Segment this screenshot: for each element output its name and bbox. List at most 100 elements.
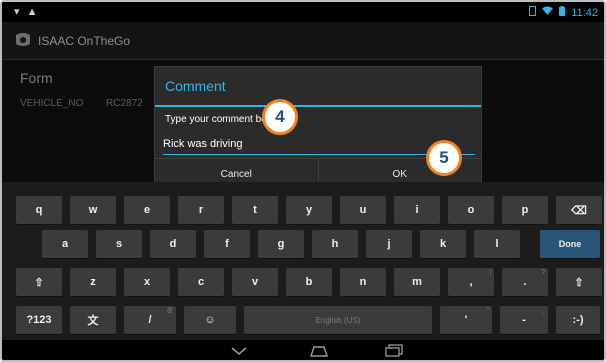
key-t[interactable]: t bbox=[232, 196, 278, 224]
key-x-label: x bbox=[143, 276, 151, 288]
comma-key[interactable]: ,! bbox=[448, 268, 494, 296]
key-o[interactable]: o bbox=[448, 196, 494, 224]
shift-left-key-label: ⇧ bbox=[34, 276, 44, 289]
key-z-label: z bbox=[90, 276, 96, 288]
space-key[interactable]: English (US) bbox=[244, 306, 432, 334]
symbols-key-label: ?123 bbox=[26, 314, 52, 326]
dialog-title-divider bbox=[155, 105, 481, 107]
key-m[interactable]: m bbox=[394, 268, 440, 296]
dialog-title: Comment bbox=[165, 78, 226, 94]
wifi-icon bbox=[542, 6, 554, 19]
key-u[interactable]: u bbox=[340, 196, 386, 224]
language-key[interactable]: 文 bbox=[70, 306, 116, 334]
key-r[interactable]: r bbox=[178, 196, 224, 224]
key-y-label: y bbox=[305, 204, 313, 216]
slash-key[interactable]: / @ bbox=[124, 306, 176, 334]
key-c-label: c bbox=[197, 276, 205, 288]
dash-key[interactable]: - _ bbox=[500, 306, 548, 334]
key-e[interactable]: e bbox=[124, 196, 170, 224]
app-title: ISAAC OnTheGo bbox=[38, 34, 131, 48]
key-p-label: p bbox=[521, 204, 529, 216]
key-k[interactable]: k bbox=[420, 230, 466, 258]
space-key-label: English (US) bbox=[315, 315, 361, 325]
key-z[interactable]: z bbox=[70, 268, 116, 296]
key-n-label: n bbox=[359, 276, 367, 288]
shift-right-key[interactable]: ⇧ bbox=[556, 268, 602, 296]
key-w[interactable]: w bbox=[70, 196, 116, 224]
dash-key-alt-label: _ bbox=[541, 308, 545, 314]
key-v[interactable]: v bbox=[232, 268, 278, 296]
key-n[interactable]: n bbox=[340, 268, 386, 296]
tablet-screen: ▾ ▲ 11:42 ISAAC OnTheGo Form VEHICLE_NO … bbox=[0, 0, 606, 362]
shift-left-key[interactable]: ⇧ bbox=[16, 268, 62, 296]
key-q-label: q bbox=[35, 204, 43, 216]
key-p[interactable]: p bbox=[502, 196, 548, 224]
language-key-label: 文 bbox=[87, 315, 99, 327]
key-d-label: d bbox=[169, 238, 177, 250]
clock: 11:42 bbox=[571, 6, 598, 19]
key-a[interactable]: a bbox=[42, 230, 88, 258]
key-s[interactable]: s bbox=[96, 230, 142, 258]
emoji-key-label: ☺ bbox=[204, 314, 216, 326]
key-x[interactable]: x bbox=[124, 268, 170, 296]
backspace-key[interactable]: ⌫ bbox=[556, 196, 602, 224]
period-key-alt-label: ? bbox=[541, 270, 545, 276]
comma-key-label: , bbox=[469, 276, 473, 288]
vehicle-no-value: RC2872 bbox=[106, 98, 143, 109]
period-key[interactable]: .? bbox=[502, 268, 548, 296]
app-logo-icon bbox=[14, 32, 32, 48]
key-g[interactable]: g bbox=[258, 230, 304, 258]
key-u-label: u bbox=[359, 204, 367, 216]
status-bar: ▾ ▲ 11:42 bbox=[2, 2, 604, 22]
key-s-label: s bbox=[115, 238, 123, 250]
recent-apps-icon[interactable] bbox=[384, 344, 404, 360]
action-bar: ISAAC OnTheGo bbox=[2, 22, 604, 60]
form-title: Form bbox=[20, 70, 53, 86]
shift-right-key-label: ⇧ bbox=[574, 276, 584, 289]
navigation-bar bbox=[2, 340, 604, 360]
key-r-label: r bbox=[198, 204, 204, 216]
vehicle-no-label: VEHICLE_NO bbox=[20, 98, 84, 109]
key-g-label: g bbox=[277, 238, 285, 250]
key-c[interactable]: c bbox=[178, 268, 224, 296]
key-l-label: l bbox=[495, 238, 499, 250]
home-icon[interactable] bbox=[308, 344, 330, 360]
apostrophe-key[interactable]: ' " bbox=[440, 306, 492, 334]
emoji-key[interactable]: ☺ bbox=[184, 306, 236, 334]
smiley-key[interactable]: :-) bbox=[556, 306, 600, 334]
app-background: ISAAC OnTheGo Form VEHICLE_NO RC2872 Com… bbox=[2, 22, 604, 190]
slash-key-label: / bbox=[148, 314, 152, 326]
key-i[interactable]: i bbox=[394, 196, 440, 224]
key-m-label: m bbox=[412, 276, 422, 288]
key-q[interactable]: q bbox=[16, 196, 62, 224]
smiley-key-label: :-) bbox=[572, 314, 584, 326]
done-key-label: Done bbox=[558, 239, 582, 249]
key-b-label: b bbox=[305, 276, 313, 288]
symbols-key[interactable]: ?123 bbox=[16, 306, 62, 334]
dash-key-label: - bbox=[522, 314, 526, 326]
apostrophe-key-label: ' bbox=[464, 314, 468, 326]
done-key[interactable]: Done bbox=[540, 230, 600, 258]
key-h[interactable]: h bbox=[312, 230, 358, 258]
key-o-label: o bbox=[467, 204, 475, 216]
comma-key-alt-label: ! bbox=[489, 270, 491, 276]
key-i-label: i bbox=[415, 204, 419, 216]
key-e-label: e bbox=[143, 204, 151, 216]
back-chevron-icon[interactable] bbox=[230, 344, 248, 360]
key-b[interactable]: b bbox=[286, 268, 332, 296]
key-y[interactable]: y bbox=[286, 196, 332, 224]
key-f-label: f bbox=[225, 238, 229, 250]
key-j[interactable]: j bbox=[366, 230, 412, 258]
slash-key-alt-label: @ bbox=[166, 308, 173, 314]
key-l[interactable]: l bbox=[474, 230, 520, 258]
sim-icon bbox=[529, 6, 537, 19]
soft-keyboard: q w e r t y u i o p ⌫ a s d f g h j k l Done ⇧ z x c v b n m,!.? ⇧ ?12… bbox=[2, 182, 604, 340]
key-f[interactable]: f bbox=[204, 230, 250, 258]
apostrophe-key-alt-label: " bbox=[486, 308, 489, 314]
key-a-label: a bbox=[61, 238, 69, 250]
key-v-label: v bbox=[251, 276, 259, 288]
notification-icons: ▾ ▲ bbox=[14, 6, 40, 18]
key-j-label: j bbox=[387, 238, 391, 250]
key-d[interactable]: d bbox=[150, 230, 196, 258]
key-h-label: h bbox=[331, 238, 339, 250]
